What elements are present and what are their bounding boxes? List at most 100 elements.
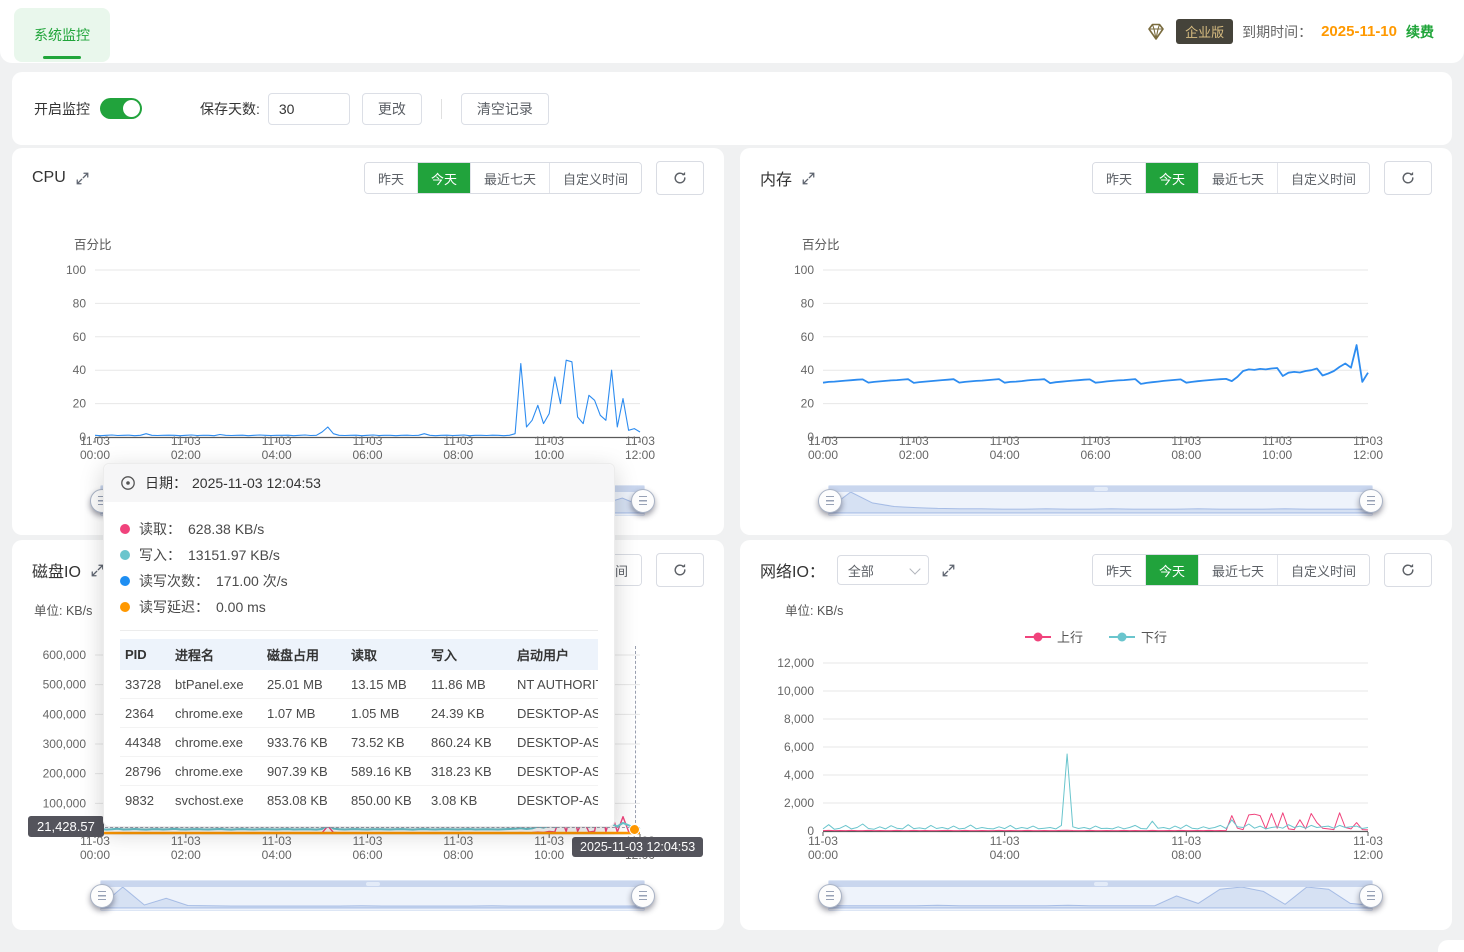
svg-text:11-03: 11-03 xyxy=(353,434,383,448)
crosshair-vertical xyxy=(635,646,636,833)
network-range-custom[interactable]: 自定义时间 xyxy=(1277,555,1369,585)
legend-item-upload[interactable]: 上行 xyxy=(1025,627,1083,646)
svg-text:100: 100 xyxy=(794,263,814,277)
disk-datazoom-slider[interactable] xyxy=(100,880,645,911)
legend-item-download[interactable]: 下行 xyxy=(1109,627,1167,646)
svg-text:04:00: 04:00 xyxy=(990,448,1020,462)
memory-datazoom-slider[interactable] xyxy=(828,485,1373,516)
cpu-range-today[interactable]: 今天 xyxy=(417,163,470,193)
process-row: 9832svchost.exe853.08 KB850.00 KB3.08 KB… xyxy=(120,786,598,815)
license-info: 企业版 到期时间： 2025-11-10 续费 xyxy=(1145,0,1434,63)
fullscreen-icon[interactable] xyxy=(75,171,90,186)
refresh-icon xyxy=(672,562,688,578)
svg-text:06:00: 06:00 xyxy=(1080,448,1110,462)
cpu-panel-title: CPU xyxy=(32,169,90,187)
svg-text:10:00: 10:00 xyxy=(1262,448,1292,462)
svg-text:11-03: 11-03 xyxy=(1081,434,1111,448)
memory-range-last7[interactable]: 最近七天 xyxy=(1198,163,1277,193)
upload-legend-label: 上行 xyxy=(1057,627,1083,646)
network-chart-canvas[interactable]: 12,00010,0008,0006,0004,0002,000011-0300… xyxy=(740,540,1452,930)
network-legend: 上行 下行 xyxy=(740,627,1452,646)
memory-range-today[interactable]: 今天 xyxy=(1145,163,1198,193)
svg-text:11-03: 11-03 xyxy=(808,434,838,448)
download-legend-marker xyxy=(1109,636,1135,638)
datazoom-left-handle[interactable] xyxy=(818,884,842,908)
svg-text:11-03: 11-03 xyxy=(262,834,292,848)
tooltip-body: 读取：628.38 KB/s 写入：13151.97 KB/s 读写次数：171… xyxy=(104,502,614,826)
top-header: 系统监控 企业版 到期时间： 2025-11-10 续费 xyxy=(0,0,1464,63)
save-days-input[interactable] xyxy=(268,93,350,125)
process-col-header: 进程名 xyxy=(170,639,262,670)
network-range-last7[interactable]: 最近七天 xyxy=(1198,555,1277,585)
tab-label: 系统监控 xyxy=(34,25,90,45)
tooltip-date-label: 日期： xyxy=(145,473,187,493)
fullscreen-icon[interactable] xyxy=(941,563,956,578)
cpu-range-custom[interactable]: 自定义时间 xyxy=(549,163,641,193)
x-axis-pointer-badge: 2025-11-03 12:04:53 xyxy=(572,837,703,857)
datazoom-right-handle[interactable] xyxy=(1359,489,1383,513)
fullscreen-icon[interactable] xyxy=(801,171,816,186)
chevron-down-icon xyxy=(909,563,920,574)
datazoom-right-handle[interactable] xyxy=(631,489,655,513)
memory-axis-unit: 百分比 xyxy=(802,234,840,253)
network-refresh-button[interactable] xyxy=(1384,553,1432,587)
cpu-refresh-button[interactable] xyxy=(656,161,704,195)
memory-title-text: 内存 xyxy=(760,166,792,190)
tooltip-date-value: 2025-11-03 12:04:53 xyxy=(192,475,321,491)
svg-text:2,000: 2,000 xyxy=(784,796,814,810)
svg-text:02:00: 02:00 xyxy=(171,448,201,462)
interface-select[interactable]: 全部 xyxy=(837,555,929,585)
datazoom-left-handle[interactable] xyxy=(818,489,842,513)
disk-panel-title: 磁盘IO xyxy=(32,558,105,582)
svg-text:06:00: 06:00 xyxy=(352,448,382,462)
svg-text:11-03: 11-03 xyxy=(353,834,383,848)
crosshair-point-marker xyxy=(629,824,640,835)
renew-link[interactable]: 续费 xyxy=(1406,22,1434,42)
svg-text:00:00: 00:00 xyxy=(808,848,838,862)
change-button[interactable]: 更改 xyxy=(362,93,422,125)
network-range-today[interactable]: 今天 xyxy=(1145,555,1198,585)
clear-records-button[interactable]: 清空记录 xyxy=(461,93,549,125)
network-datazoom-slider[interactable] xyxy=(828,880,1373,911)
datazoom-grip[interactable] xyxy=(1094,882,1108,886)
refresh-icon xyxy=(1400,562,1416,578)
svg-text:11-03: 11-03 xyxy=(1353,434,1383,448)
memory-refresh-button[interactable] xyxy=(1384,161,1432,195)
datazoom-left-handle[interactable] xyxy=(90,884,114,908)
network-axis-unit: 单位: KB/s xyxy=(785,600,843,619)
tab-active-underline xyxy=(43,56,81,59)
monitor-toolbar: 开启监控 保存天数: 更改 清空记录 xyxy=(12,72,1452,145)
tab-system-monitor[interactable]: 系统监控 xyxy=(14,8,110,62)
svg-text:11-03: 11-03 xyxy=(534,834,564,848)
svg-text:11-03: 11-03 xyxy=(534,434,564,448)
memory-chart-canvas[interactable]: 10080604020011-0300:0011-0302:0011-0304:… xyxy=(740,148,1452,535)
network-range-yesterday[interactable]: 昨天 xyxy=(1093,555,1145,585)
svg-text:40: 40 xyxy=(801,363,815,377)
memory-range-yesterday[interactable]: 昨天 xyxy=(1093,163,1145,193)
svg-text:80: 80 xyxy=(73,296,87,310)
datazoom-right-handle[interactable] xyxy=(1359,884,1383,908)
svg-text:200,000: 200,000 xyxy=(43,767,87,781)
memory-range-custom[interactable]: 自定义时间 xyxy=(1277,163,1369,193)
tooltip-item-read: 读取：628.38 KB/s xyxy=(120,516,598,542)
upload-legend-marker xyxy=(1025,636,1051,638)
network-range-buttons: 昨天 今天 最近七天 自定义时间 xyxy=(1092,554,1370,586)
read-series-dot xyxy=(120,524,130,534)
download-legend-label: 下行 xyxy=(1141,627,1167,646)
latency-series-dot xyxy=(120,602,130,612)
cpu-range-yesterday[interactable]: 昨天 xyxy=(365,163,417,193)
toolbar-divider xyxy=(441,99,442,119)
svg-text:100: 100 xyxy=(66,263,86,277)
interface-select-value: 全部 xyxy=(848,561,874,580)
svg-text:10,000: 10,000 xyxy=(777,684,814,698)
cpu-axis-unit: 百分比 xyxy=(74,234,112,253)
disk-refresh-button[interactable] xyxy=(656,553,704,587)
monitor-toggle[interactable] xyxy=(100,98,142,119)
tooltip-item-latency: 读写延迟：0.00 ms xyxy=(120,594,598,620)
datazoom-grip[interactable] xyxy=(366,882,380,886)
system-monitor-page: 系统监控 企业版 到期时间： 2025-11-10 续费 开启监控 保存天数: … xyxy=(0,0,1464,952)
datazoom-grip[interactable] xyxy=(1094,487,1108,491)
datazoom-right-handle[interactable] xyxy=(631,884,655,908)
network-panel-title: 网络IO： xyxy=(760,558,825,582)
cpu-range-last7[interactable]: 最近七天 xyxy=(470,163,549,193)
